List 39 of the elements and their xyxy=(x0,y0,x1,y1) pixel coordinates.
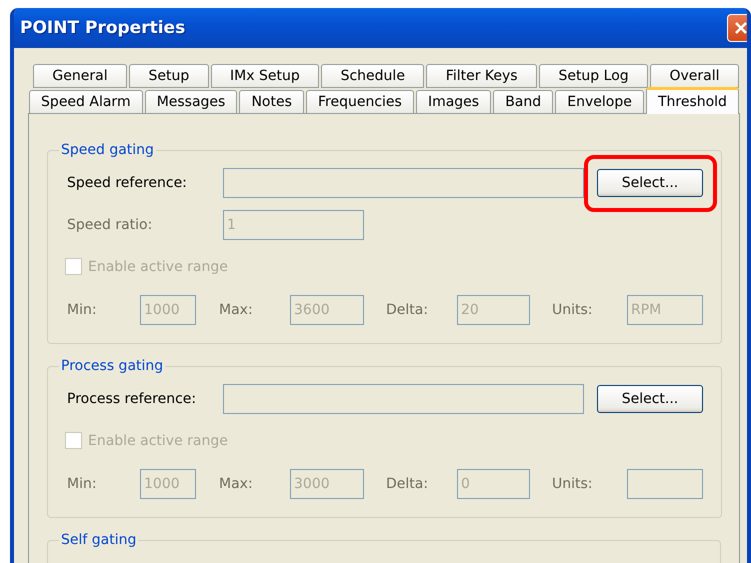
tab[interactable]: Schedule xyxy=(321,64,424,88)
tab[interactable]: Frequencies xyxy=(306,90,414,114)
reference-field[interactable] xyxy=(223,384,584,414)
window-title: POINT Properties xyxy=(20,18,186,38)
range-field[interactable] xyxy=(627,469,703,499)
range-label: Units: xyxy=(552,476,594,492)
reference-label: Process reference: xyxy=(67,391,198,407)
reference-field[interactable] xyxy=(223,168,584,198)
range-label: Delta: xyxy=(386,476,430,492)
tab[interactable]: Messages xyxy=(144,90,238,114)
range-label: Min: xyxy=(67,476,98,492)
reference-label: Speed reference: xyxy=(67,175,188,191)
close-button[interactable] xyxy=(727,14,747,42)
ratio-label: Speed ratio: xyxy=(67,217,154,233)
tab[interactable]: Threshold xyxy=(646,87,740,114)
tab[interactable]: General xyxy=(33,64,128,88)
group-title: Process gating xyxy=(60,358,164,374)
checkbox-label: Enable active range xyxy=(88,432,228,448)
tab[interactable]: IMx Setup xyxy=(210,64,320,88)
tab[interactable]: Images xyxy=(416,90,492,114)
tab[interactable]: Filter Keys xyxy=(426,64,538,88)
tab[interactable]: Band xyxy=(493,90,554,114)
checkbox-label: Enable active range xyxy=(88,258,228,274)
tab[interactable]: Envelope xyxy=(555,90,644,114)
close-icon xyxy=(734,21,747,35)
range-label: Min: xyxy=(67,302,98,318)
tab[interactable]: Overall xyxy=(650,64,739,88)
tab[interactable]: Notes xyxy=(239,90,304,114)
select-button[interactable]: Select... xyxy=(597,385,703,413)
tab[interactable]: Speed Alarm xyxy=(29,90,143,114)
tab[interactable]: Setup xyxy=(129,64,209,88)
group-title: Self gating xyxy=(60,532,138,548)
select-button[interactable]: Select... xyxy=(597,169,703,197)
range-label: Max: xyxy=(219,302,254,318)
range-label: Max: xyxy=(219,476,254,492)
range-label: Delta: xyxy=(386,302,430,318)
range-label: Units: xyxy=(552,302,594,318)
tab[interactable]: Setup Log xyxy=(539,64,648,88)
group-title: Speed gating xyxy=(60,142,155,158)
